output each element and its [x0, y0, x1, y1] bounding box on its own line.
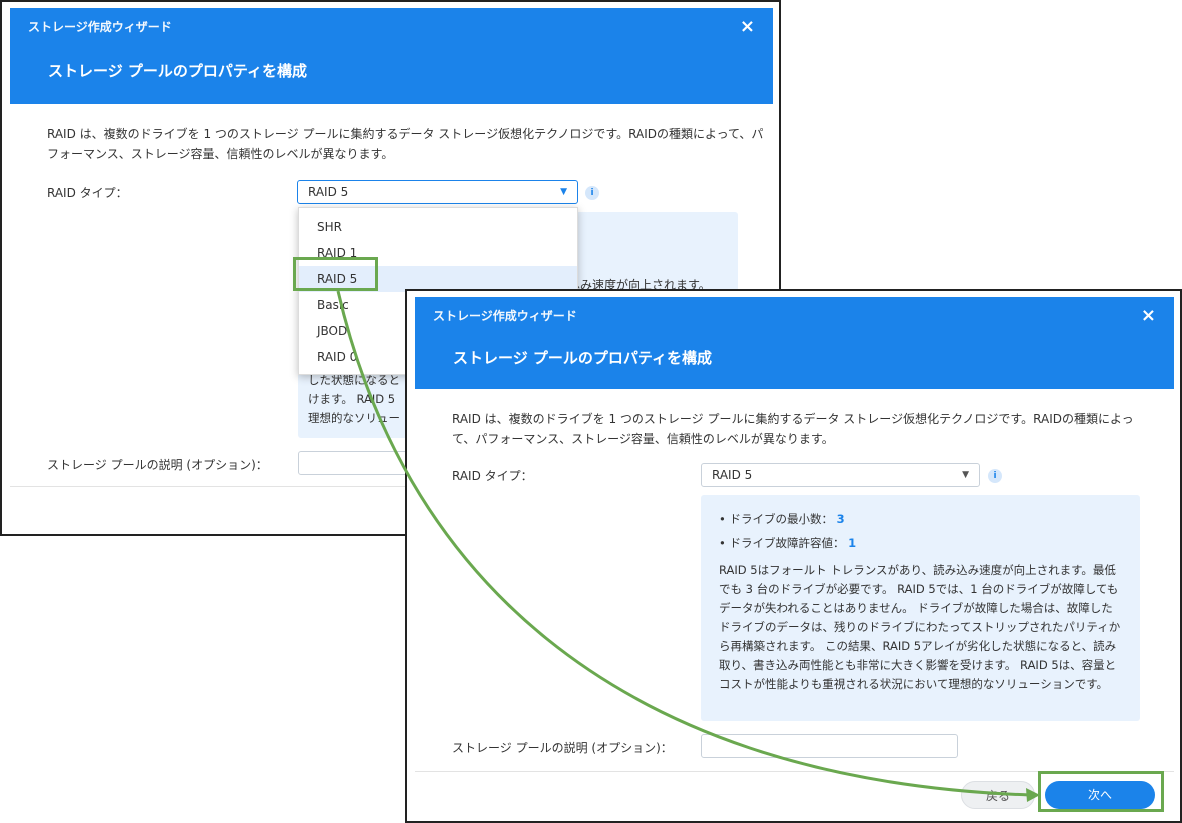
highlight-raid5-option: [293, 257, 378, 291]
close-icon[interactable]: ×: [740, 16, 755, 37]
raid-type-select[interactable]: RAID 5 ▼: [701, 463, 980, 487]
wizard-title: ストレージ作成ウィザード: [433, 309, 577, 323]
dialog-header: ストレージ作成ウィザード × ストレージ プールのプロパティを構成: [10, 8, 773, 104]
raid-type-select[interactable]: RAID 5 ▼: [297, 180, 578, 204]
highlight-next-button: [1038, 771, 1164, 812]
chevron-down-icon: ▼: [560, 187, 567, 197]
min-drives-label: ドライブの最小数：: [729, 512, 833, 526]
chevron-down-icon: ▼: [962, 470, 969, 480]
raid-description-text: RAID は、複数のドライブを 1 つのストレージ プールに集約するデータ スト…: [47, 127, 764, 161]
raid-type-label: RAID タイプ：: [452, 469, 533, 483]
pool-description-input[interactable]: [701, 734, 958, 758]
pool-description-label: ストレージ プールの説明 (オプション)：: [47, 458, 268, 472]
raid-type-value: RAID 5: [308, 185, 349, 199]
wizard-title: ストレージ作成ウィザード: [28, 20, 172, 34]
back-button[interactable]: 戻る: [961, 781, 1035, 809]
pool-description-input[interactable]: [298, 451, 418, 475]
screenshot-raid5-selected: ストレージ作成ウィザード × ストレージ プールのプロパティを構成 RAID は…: [405, 289, 1182, 823]
fault-tolerance-row: • ドライブ故障許容値： 1: [719, 536, 857, 550]
fault-tolerance-value: 1: [848, 536, 857, 550]
partial-text-3: けます。 RAID 5: [308, 392, 396, 406]
close-icon[interactable]: ×: [1141, 305, 1156, 326]
raid-description-text: RAID は、複数のドライブを 1 つのストレージ プールに集約するデータ スト…: [452, 412, 1134, 446]
pool-description-label: ストレージ プールの説明 (オプション)：: [452, 741, 673, 755]
raid-type-label: RAID タイプ：: [47, 186, 128, 200]
partial-text-4: 理想的なソリュー: [308, 411, 400, 425]
info-icon[interactable]: i: [988, 469, 1002, 483]
dialog-title: ストレージ プールのプロパティを構成: [453, 349, 713, 367]
raid-info-panel: • ドライブの最小数： 3 • ドライブ故障許容値： 1 RAID 5はフォール…: [701, 495, 1140, 721]
dialog-title: ストレージ プールのプロパティを構成: [48, 62, 308, 80]
min-drives-value: 3: [836, 512, 845, 526]
info-icon[interactable]: i: [585, 186, 599, 200]
dialog-header: ストレージ作成ウィザード × ストレージ プールのプロパティを構成: [415, 297, 1174, 389]
dropdown-option-shr[interactable]: SHR: [299, 214, 577, 240]
raid-details-text: RAID 5はフォールト トレランスがあり、読み込み速度が向上されます。最低でも…: [719, 563, 1121, 691]
fault-tolerance-label: ドライブ故障許容値：: [729, 536, 845, 550]
min-drives-row: • ドライブの最小数： 3: [719, 512, 845, 526]
raid-type-value: RAID 5: [712, 468, 753, 482]
